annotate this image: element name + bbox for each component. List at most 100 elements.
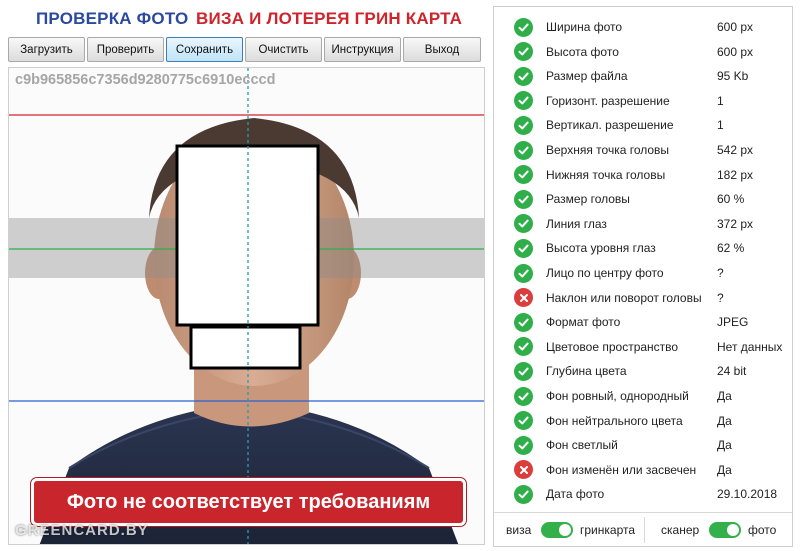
- check-ok-icon: [514, 66, 533, 86]
- check-label: Фон изменён или засвечен: [546, 462, 697, 477]
- check-row: Дата фото 29.10.2018: [494, 482, 792, 506]
- check-value: 182 px: [717, 167, 754, 182]
- exit-button[interactable]: Выход: [403, 37, 481, 62]
- check-row: Формат фото JPEG: [494, 310, 792, 334]
- check-value: 542 px: [717, 143, 754, 157]
- check-label: Наклон или поворот головы: [546, 290, 702, 305]
- check-value: Да: [717, 462, 732, 477]
- check-ok-icon: [514, 337, 533, 357]
- check-row: Размер головы 60 %: [494, 187, 792, 211]
- check-value: 600 px: [717, 20, 754, 34]
- check-row: Высота уровня глаз 62 %: [494, 236, 792, 260]
- check-ok-icon: [514, 17, 533, 37]
- toggle-visa-label: виза: [506, 523, 532, 537]
- load-button[interactable]: Загрузить: [8, 37, 85, 62]
- check-label: Фон светлый: [546, 438, 618, 453]
- check-label: Ширина фото: [546, 20, 623, 34]
- check-row: Ширина фото 600 px: [494, 15, 792, 39]
- check-label: Фон нейтрального цвета: [546, 413, 683, 428]
- check-value: 600 px: [717, 44, 754, 59]
- check-label: Дата фото: [546, 487, 605, 502]
- check-ok-icon: [514, 484, 533, 504]
- check-ok-icon: [514, 263, 533, 283]
- save-button[interactable]: Сохранить: [166, 37, 243, 62]
- toolbar: Загрузить Проверить Сохранить Очистить И…: [8, 37, 485, 62]
- check-ok-icon: [514, 386, 533, 406]
- check-row: Высота фото 600 px: [494, 40, 792, 64]
- check-label: Формат фото: [546, 315, 621, 330]
- watermark: GREENCARD.BY: [15, 522, 149, 539]
- check-label: Верхняя точка головы: [546, 143, 670, 157]
- check-row: Фон нейтрального цвета Да: [494, 409, 792, 433]
- check-row: Линия глаз 372 px: [494, 212, 792, 236]
- instructions-button[interactable]: Инструкция: [324, 37, 401, 62]
- check-ok-icon: [514, 165, 533, 185]
- check-row: Фон светлый Да: [494, 433, 792, 457]
- portrait-photo: [9, 68, 484, 544]
- check-label: Вертикал. разрешение: [546, 118, 674, 133]
- check-label: Глубина цвета: [546, 364, 627, 379]
- check-value: Да: [717, 389, 732, 403]
- check-ok-icon: [514, 140, 533, 160]
- check-ok-icon: [514, 312, 533, 332]
- check-ok-icon: [514, 361, 533, 381]
- check-value: Да: [717, 438, 732, 453]
- check-ok-icon: [514, 115, 533, 135]
- check-row: Нижняя точка головы 182 px: [494, 163, 792, 187]
- check-value: Да: [717, 413, 732, 428]
- scanner-photo-toggle[interactable]: [709, 522, 741, 538]
- check-ok-icon: [514, 42, 533, 62]
- check-fail-icon: [514, 460, 533, 480]
- app-subtitle: ВИЗА И ЛОТЕРЕЯ ГРИН КАРТА: [196, 9, 463, 28]
- check-label: Размер файла: [546, 69, 628, 84]
- check-row: Вертикал. разрешение 1: [494, 113, 792, 137]
- check-label: Лицо по центру фото: [546, 266, 664, 280]
- photo-hash: c9b965856c7356d9280775c6910ecccd: [15, 72, 276, 88]
- check-value: 372 px: [717, 216, 754, 231]
- app-title: ПРОВЕРКА ФОТО: [36, 9, 189, 28]
- toggle-photo-label: фото: [748, 523, 777, 537]
- check-ok-icon: [514, 214, 533, 234]
- check-value: 62 %: [717, 241, 745, 256]
- check-row: Верхняя точка головы 542 px: [494, 138, 792, 162]
- check-value: ?: [717, 266, 724, 280]
- toggle-greencard-label: гринкарта: [580, 523, 636, 537]
- check-ok-icon: [514, 91, 533, 111]
- check-row: Фон изменён или засвечен Да: [494, 458, 792, 482]
- check-ok-icon: [514, 411, 533, 431]
- check-row: Цветовое пространство Нет данных: [494, 335, 792, 359]
- check-label: Фон ровный, однородный: [546, 389, 689, 403]
- toggle-divider: [644, 517, 645, 543]
- check-label: Высота фото: [546, 44, 619, 59]
- check-value: 95 Kb: [717, 69, 749, 84]
- check-button[interactable]: Проверить: [87, 37, 164, 62]
- toggle-scanner-label: сканер: [661, 523, 700, 537]
- check-results-panel: Ширина фото 600 px Высота фото 600 px Размер…: [493, 6, 793, 547]
- clear-button[interactable]: Очистить: [245, 37, 322, 62]
- check-label: Нижняя точка головы: [546, 167, 666, 182]
- check-label: Размер головы: [546, 192, 630, 207]
- check-value: 60 %: [717, 192, 745, 207]
- check-fail-icon: [514, 288, 533, 308]
- check-value: 1: [717, 93, 724, 108]
- check-label: Высота уровня глаз: [546, 241, 656, 256]
- check-row: Фон ровный, однородный Да: [494, 384, 792, 408]
- check-ok-icon: [514, 238, 533, 258]
- mode-toggles: виза гринкарта сканер фото: [494, 512, 792, 546]
- check-label: Горизонт. разрешение: [546, 93, 670, 108]
- toggle-knob: [559, 524, 571, 536]
- check-row: Размер файла 95 Kb: [494, 64, 792, 88]
- photo-preview: c9b965856c7356d9280775c6910ecccd Фото не…: [8, 67, 485, 545]
- check-label: Линия глаз: [546, 216, 607, 231]
- check-value: Нет данных: [717, 339, 783, 354]
- check-row: Наклон или поворот головы?: [494, 286, 792, 310]
- toggle-knob: [727, 524, 739, 536]
- check-value: 1: [717, 118, 724, 133]
- check-row: Лицо по центру фото?: [494, 261, 792, 285]
- photo-check-app: ПРОВЕРКА ФОТО ВИЗА И ЛОТЕРЕЯ ГРИН КАРТА …: [0, 0, 800, 551]
- warning-banner: Фото не соответствует требованиям: [31, 478, 466, 526]
- visa-greencard-toggle[interactable]: [541, 522, 573, 538]
- check-value: 29.10.2018: [717, 487, 778, 502]
- check-value: 24 bit: [717, 364, 747, 379]
- check-value: JPEG: [717, 315, 749, 330]
